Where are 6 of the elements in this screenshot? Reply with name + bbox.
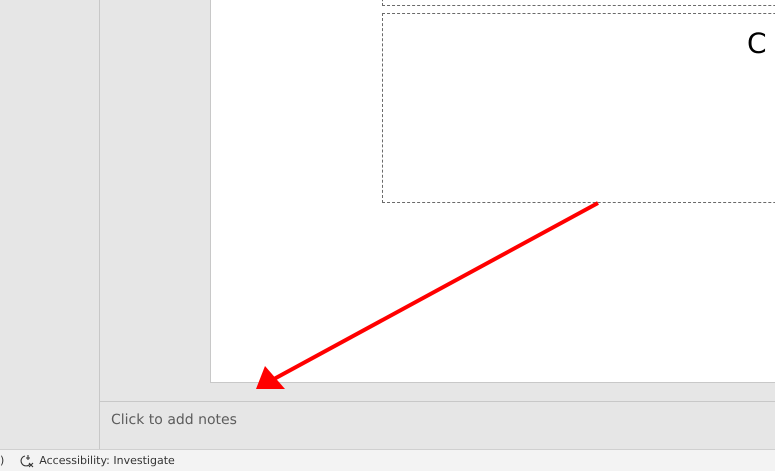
notes-placeholder: Click to add notes: [111, 412, 237, 428]
accessibility-icon: [20, 454, 36, 468]
placeholder-text: C: [747, 30, 767, 58]
accessibility-button[interactable]: Accessibility: Investigate: [16, 454, 175, 468]
status-text: ): [0, 454, 4, 467]
text-placeholder[interactable]: C: [382, 13, 775, 203]
